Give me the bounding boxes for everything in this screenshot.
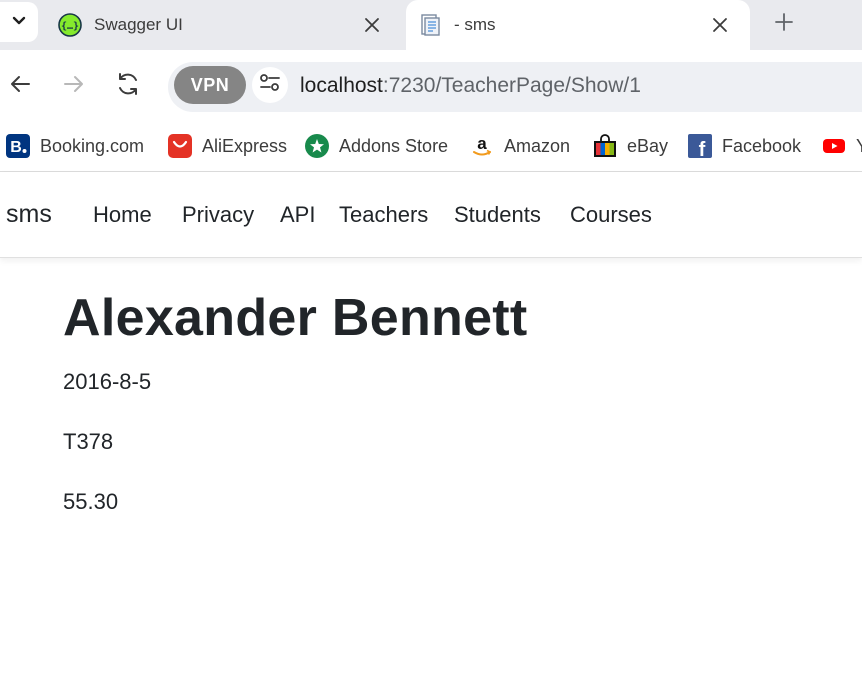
close-icon[interactable]: [708, 13, 732, 37]
swagger-icon: {…}: [58, 13, 82, 37]
teacher-hire-date: 2016-8-5: [63, 369, 152, 394]
amazon-icon: a: [470, 134, 494, 158]
chevron-down-icon: [12, 13, 26, 31]
bookmark-youtube[interactable]: Y: [822, 130, 862, 162]
bookmark-label: eBay: [627, 135, 669, 156]
tab-title: - sms: [454, 15, 496, 34]
back-button[interactable]: [6, 72, 34, 100]
vpn-badge[interactable]: VPN: [174, 66, 246, 104]
site-brand[interactable]: sms: [6, 200, 52, 229]
forward-button[interactable]: [60, 72, 88, 100]
bookmark-label: AliExpress: [202, 135, 288, 156]
youtube-icon: [822, 134, 846, 158]
bookmark-facebook[interactable]: f Facebook: [688, 130, 801, 162]
bookmark-booking[interactable]: B Booking.com: [6, 130, 144, 162]
new-tab-button[interactable]: [770, 10, 798, 38]
reload-button[interactable]: [114, 72, 142, 100]
ebay-icon: [593, 134, 617, 158]
svg-text:{…}: {…}: [61, 21, 79, 32]
svg-text:a: a: [477, 134, 487, 153]
vpn-label: VPN: [190, 74, 230, 95]
reload-icon: [115, 71, 141, 102]
bookmark-addons-store[interactable]: Addons Store: [305, 130, 448, 162]
tune-icon: [259, 73, 281, 98]
bookmark-label: Amazon: [504, 135, 571, 156]
site-navbar: sms Home Privacy API Teachers Students C…: [0, 172, 862, 258]
bookmark-label: Booking.com: [40, 135, 145, 156]
bookmark-aliexpress[interactable]: AliExpress: [168, 130, 287, 162]
nav-link-api[interactable]: API: [280, 202, 315, 228]
nav-link-students[interactable]: Students: [454, 202, 541, 228]
close-icon[interactable]: [360, 13, 384, 37]
bookmark-label: Y: [856, 136, 862, 157]
url-host: localhost: [300, 74, 383, 97]
addons-store-icon: [305, 134, 329, 158]
url-path: :7230/TeacherPage/Show/1: [382, 74, 641, 97]
svg-text:B: B: [10, 139, 22, 156]
aliexpress-icon: [168, 134, 192, 158]
facebook-icon: f: [688, 134, 712, 158]
tab-search-button[interactable]: [0, 2, 38, 42]
nav-link-privacy[interactable]: Privacy: [182, 202, 254, 228]
bookmark-amazon[interactable]: a Amazon: [470, 130, 570, 162]
teacher-employee-number: T378: [63, 429, 114, 454]
document-icon: [418, 13, 442, 37]
tab-title: Swagger UI: [94, 15, 183, 34]
bookmark-ebay[interactable]: eBay: [593, 130, 668, 162]
arrow-right-icon: [62, 72, 86, 101]
nav-link-courses[interactable]: Courses: [570, 202, 652, 228]
bookmarks-bar: B Booking.com AliExpress Addons Store a …: [0, 122, 862, 172]
bookmark-label: Facebook: [722, 135, 802, 156]
nav-link-home[interactable]: Home: [93, 202, 152, 228]
tab-sms[interactable]: - sms: [406, 0, 750, 50]
site-info-button[interactable]: [252, 67, 288, 103]
teacher-salary: 55.30: [63, 489, 119, 514]
tab-swagger-ui[interactable]: {…} Swagger UI: [46, 0, 402, 50]
plus-icon: [775, 12, 793, 36]
teacher-name: Alexander Bennett: [63, 289, 528, 347]
bookmark-label: Addons Store: [339, 135, 449, 156]
url-text[interactable]: localhost:7230/TeacherPage/Show/1: [300, 72, 641, 100]
nav-link-teachers[interactable]: Teachers: [339, 202, 428, 228]
svg-text:f: f: [699, 139, 706, 158]
arrow-left-icon: [8, 72, 32, 101]
booking-icon: B: [6, 134, 30, 158]
tab-strip: {…} Swagger UI - sms: [0, 0, 862, 50]
